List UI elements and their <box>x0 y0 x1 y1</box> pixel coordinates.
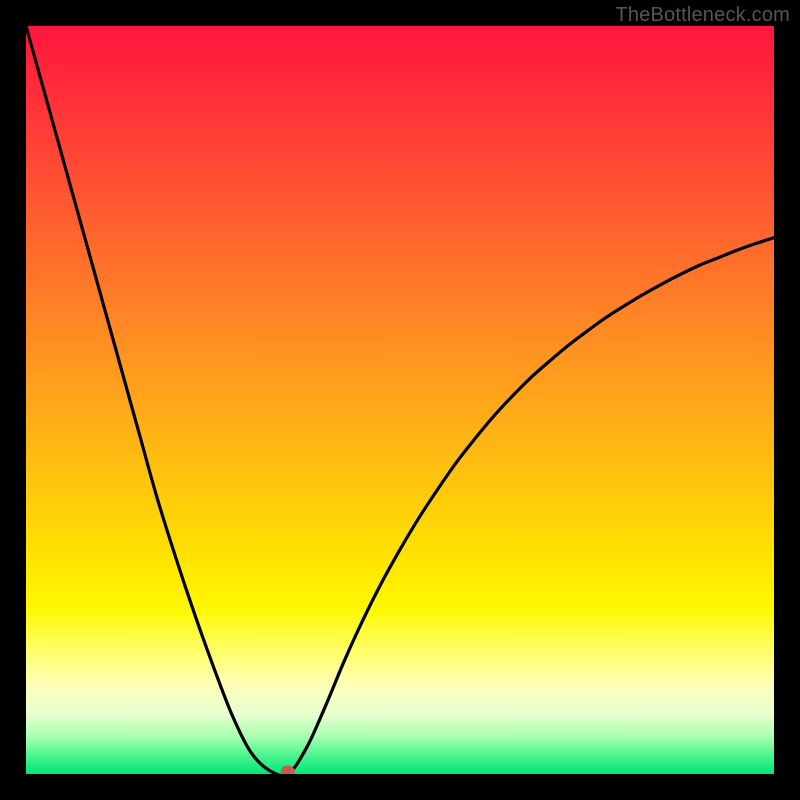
watermark-text: TheBottleneck.com <box>615 4 790 27</box>
minimum-marker <box>281 766 295 775</box>
curve-svg <box>26 26 774 774</box>
plot-area <box>26 26 774 774</box>
chart-stage: TheBottleneck.com <box>0 0 800 800</box>
bottleneck-curve <box>26 26 774 774</box>
